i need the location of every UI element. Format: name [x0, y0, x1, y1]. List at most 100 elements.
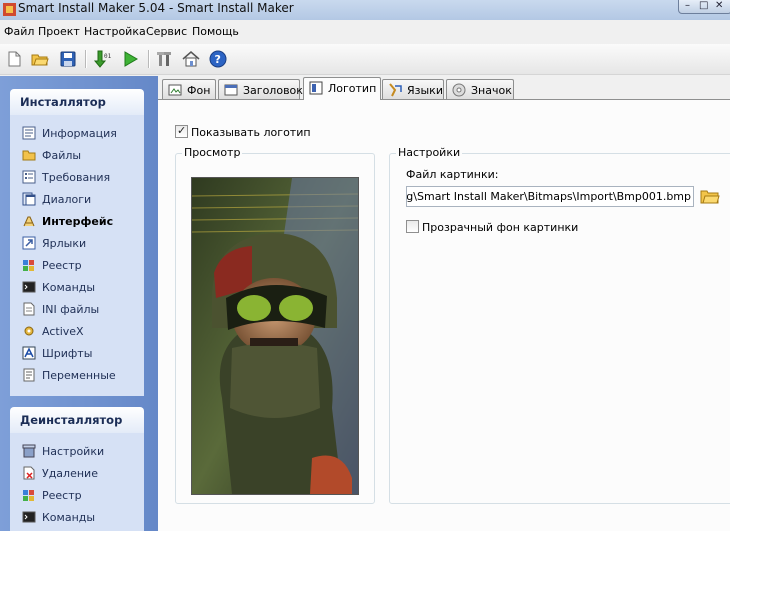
sidebar-item-label: INI файлы — [42, 303, 100, 316]
window-controls: – □ ✕ — [678, 0, 730, 14]
image-file-input[interactable]: \Roaming\Smart Install Maker\Bitmaps\Imp… — [406, 186, 694, 207]
close-icon[interactable]: ✕ — [715, 0, 723, 12]
show-logo-label: Показывать логотип — [191, 126, 311, 139]
installer-group: Информация Файлы Требования Диалоги Инте… — [10, 115, 144, 396]
logo-tab-page: ✓ Показывать логотип Просмотр Настройки … — [158, 99, 730, 531]
sidebar-item-activex[interactable]: ActiveX — [22, 323, 147, 341]
checkmark-icon: ✓ — [177, 124, 187, 137]
sidebar-item-label: ActiveX — [42, 325, 84, 338]
open-icon[interactable] — [31, 50, 49, 68]
tab-label: Логотип — [328, 82, 377, 95]
menu-settings[interactable]: Настройка — [84, 25, 146, 38]
activex-icon — [24, 326, 34, 336]
transparent-bg-checkbox[interactable] — [406, 220, 419, 233]
commands-icon — [22, 511, 36, 523]
run-icon[interactable] — [121, 50, 139, 68]
dialogs-icon — [22, 192, 36, 206]
sidebar-item-label: Требования — [42, 171, 111, 184]
sidebar-item-files[interactable]: Файлы — [22, 147, 147, 165]
sidebar-item-dialogs[interactable]: Диалоги — [22, 191, 147, 209]
background-icon — [168, 84, 182, 96]
main-content: Фон Заголовок Логотип Языки Значок ✓ Пок… — [158, 76, 730, 531]
preview-title: Просмотр — [182, 146, 243, 159]
settings-group: Настройки Файл картинки: \Roaming\Smart … — [389, 146, 730, 504]
sidebar-item-label: Реестр — [42, 489, 82, 502]
show-logo-checkbox[interactable]: ✓ — [175, 124, 188, 138]
shortcut-icon — [22, 236, 36, 250]
installer-group-header[interactable]: Инсталлятор — [10, 89, 144, 115]
sidebar-item-label: Реестр — [42, 259, 82, 272]
settings-icon — [22, 444, 36, 458]
header-icon — [224, 84, 238, 96]
sidebar-item-info[interactable]: Информация — [22, 125, 147, 143]
save-icon[interactable] — [59, 50, 77, 68]
tab-label: Языки — [407, 84, 443, 97]
delete-icon — [23, 466, 35, 480]
svg-text:01: 01 — [104, 53, 111, 60]
app-icon — [452, 83, 466, 97]
settings-title: Настройки — [396, 146, 463, 159]
tab-header[interactable]: Заголовок — [218, 79, 303, 99]
app-window: Smart Install Maker 5.04 - Smart Install… — [0, 0, 730, 531]
tab-icon[interactable]: Значок — [446, 79, 514, 99]
app-logo-icon — [3, 3, 16, 16]
requirements-icon — [22, 170, 36, 184]
info-icon — [22, 126, 36, 140]
help-icon[interactable]: ? — [209, 50, 227, 68]
tab-label: Заголовок — [243, 84, 303, 97]
svg-text:?: ? — [215, 53, 221, 66]
tab-languages[interactable]: Языки — [382, 79, 444, 99]
sidebar-item-commands[interactable]: Команды — [22, 279, 147, 297]
commands-icon — [22, 281, 36, 293]
sidebar-item-label: Диалоги — [42, 193, 92, 206]
sidebar-item-requirements[interactable]: Требования — [22, 169, 147, 187]
sidebar-item-uninstall-delete[interactable]: Удаление — [22, 465, 147, 483]
sidebar-item-label: Шрифты — [42, 347, 93, 360]
image-file-path: \Roaming\Smart Install Maker\Bitmaps\Imp… — [406, 190, 691, 203]
sidebar-item-fonts[interactable]: Шрифты — [22, 345, 147, 363]
sidebar-item-label: Файлы — [42, 149, 82, 162]
logo-preview-image — [191, 177, 359, 495]
browse-folder-icon[interactable] — [700, 187, 720, 205]
maximize-icon[interactable]: □ — [699, 0, 708, 12]
uninstaller-group-title: Деинсталлятор — [20, 413, 123, 427]
tab-background[interactable]: Фон — [162, 79, 216, 99]
uninstaller-group-header[interactable]: Деинсталлятор — [10, 407, 144, 433]
installer-group-title: Инсталлятор — [20, 95, 106, 109]
tools-icon[interactable] — [156, 50, 174, 68]
menu-help[interactable]: Помощь — [192, 25, 239, 38]
toolbar: 01 ? — [0, 44, 730, 75]
tab-label: Значок — [471, 84, 512, 97]
toolbar-separator — [85, 50, 87, 68]
logo-image — [192, 178, 358, 494]
font-icon — [22, 346, 36, 360]
transparent-bg-label: Прозрачный фон картинки — [422, 221, 579, 234]
sidebar-item-uninstall-commands[interactable]: Команды — [22, 509, 147, 527]
menu-file[interactable]: Файл — [4, 25, 34, 38]
sidebar-item-interface[interactable]: Интерфейс — [22, 213, 147, 231]
sidebar-item-registry[interactable]: Реестр — [22, 257, 147, 275]
preview-group: Просмотр — [175, 146, 375, 504]
menu-service[interactable]: Сервис — [146, 25, 187, 38]
window-title: Smart Install Maker 5.04 - Smart Install… — [18, 1, 294, 15]
minimize-icon[interactable]: – — [685, 0, 690, 12]
file-label: Файл картинки: — [406, 168, 499, 181]
sidebar-item-uninstall-registry[interactable]: Реестр — [22, 487, 147, 505]
logo-icon — [309, 81, 323, 95]
sidebar-item-variables[interactable]: Переменные — [22, 367, 147, 385]
tab-logo[interactable]: Логотип — [303, 77, 381, 100]
sidebar-item-label: Интерфейс — [42, 215, 114, 228]
sidebar-item-label: Информация — [42, 127, 117, 140]
new-icon[interactable] — [5, 50, 23, 68]
sidebar-item-ini-files[interactable]: INI файлы — [22, 301, 147, 319]
interface-icon — [23, 216, 35, 227]
sidebar-item-uninstall-settings[interactable]: Настройки — [22, 443, 147, 461]
sidebar-item-label: Удаление — [42, 467, 98, 480]
sidebar-item-shortcuts[interactable]: Ярлыки — [22, 235, 147, 253]
menu-project[interactable]: Проект — [38, 25, 80, 38]
sidebar-item-label: Настройки — [42, 445, 105, 458]
sidebar-item-label: Команды — [42, 281, 96, 294]
toolbar-separator — [148, 50, 150, 68]
home-icon[interactable] — [182, 50, 200, 68]
build-icon[interactable]: 01 — [93, 50, 111, 68]
